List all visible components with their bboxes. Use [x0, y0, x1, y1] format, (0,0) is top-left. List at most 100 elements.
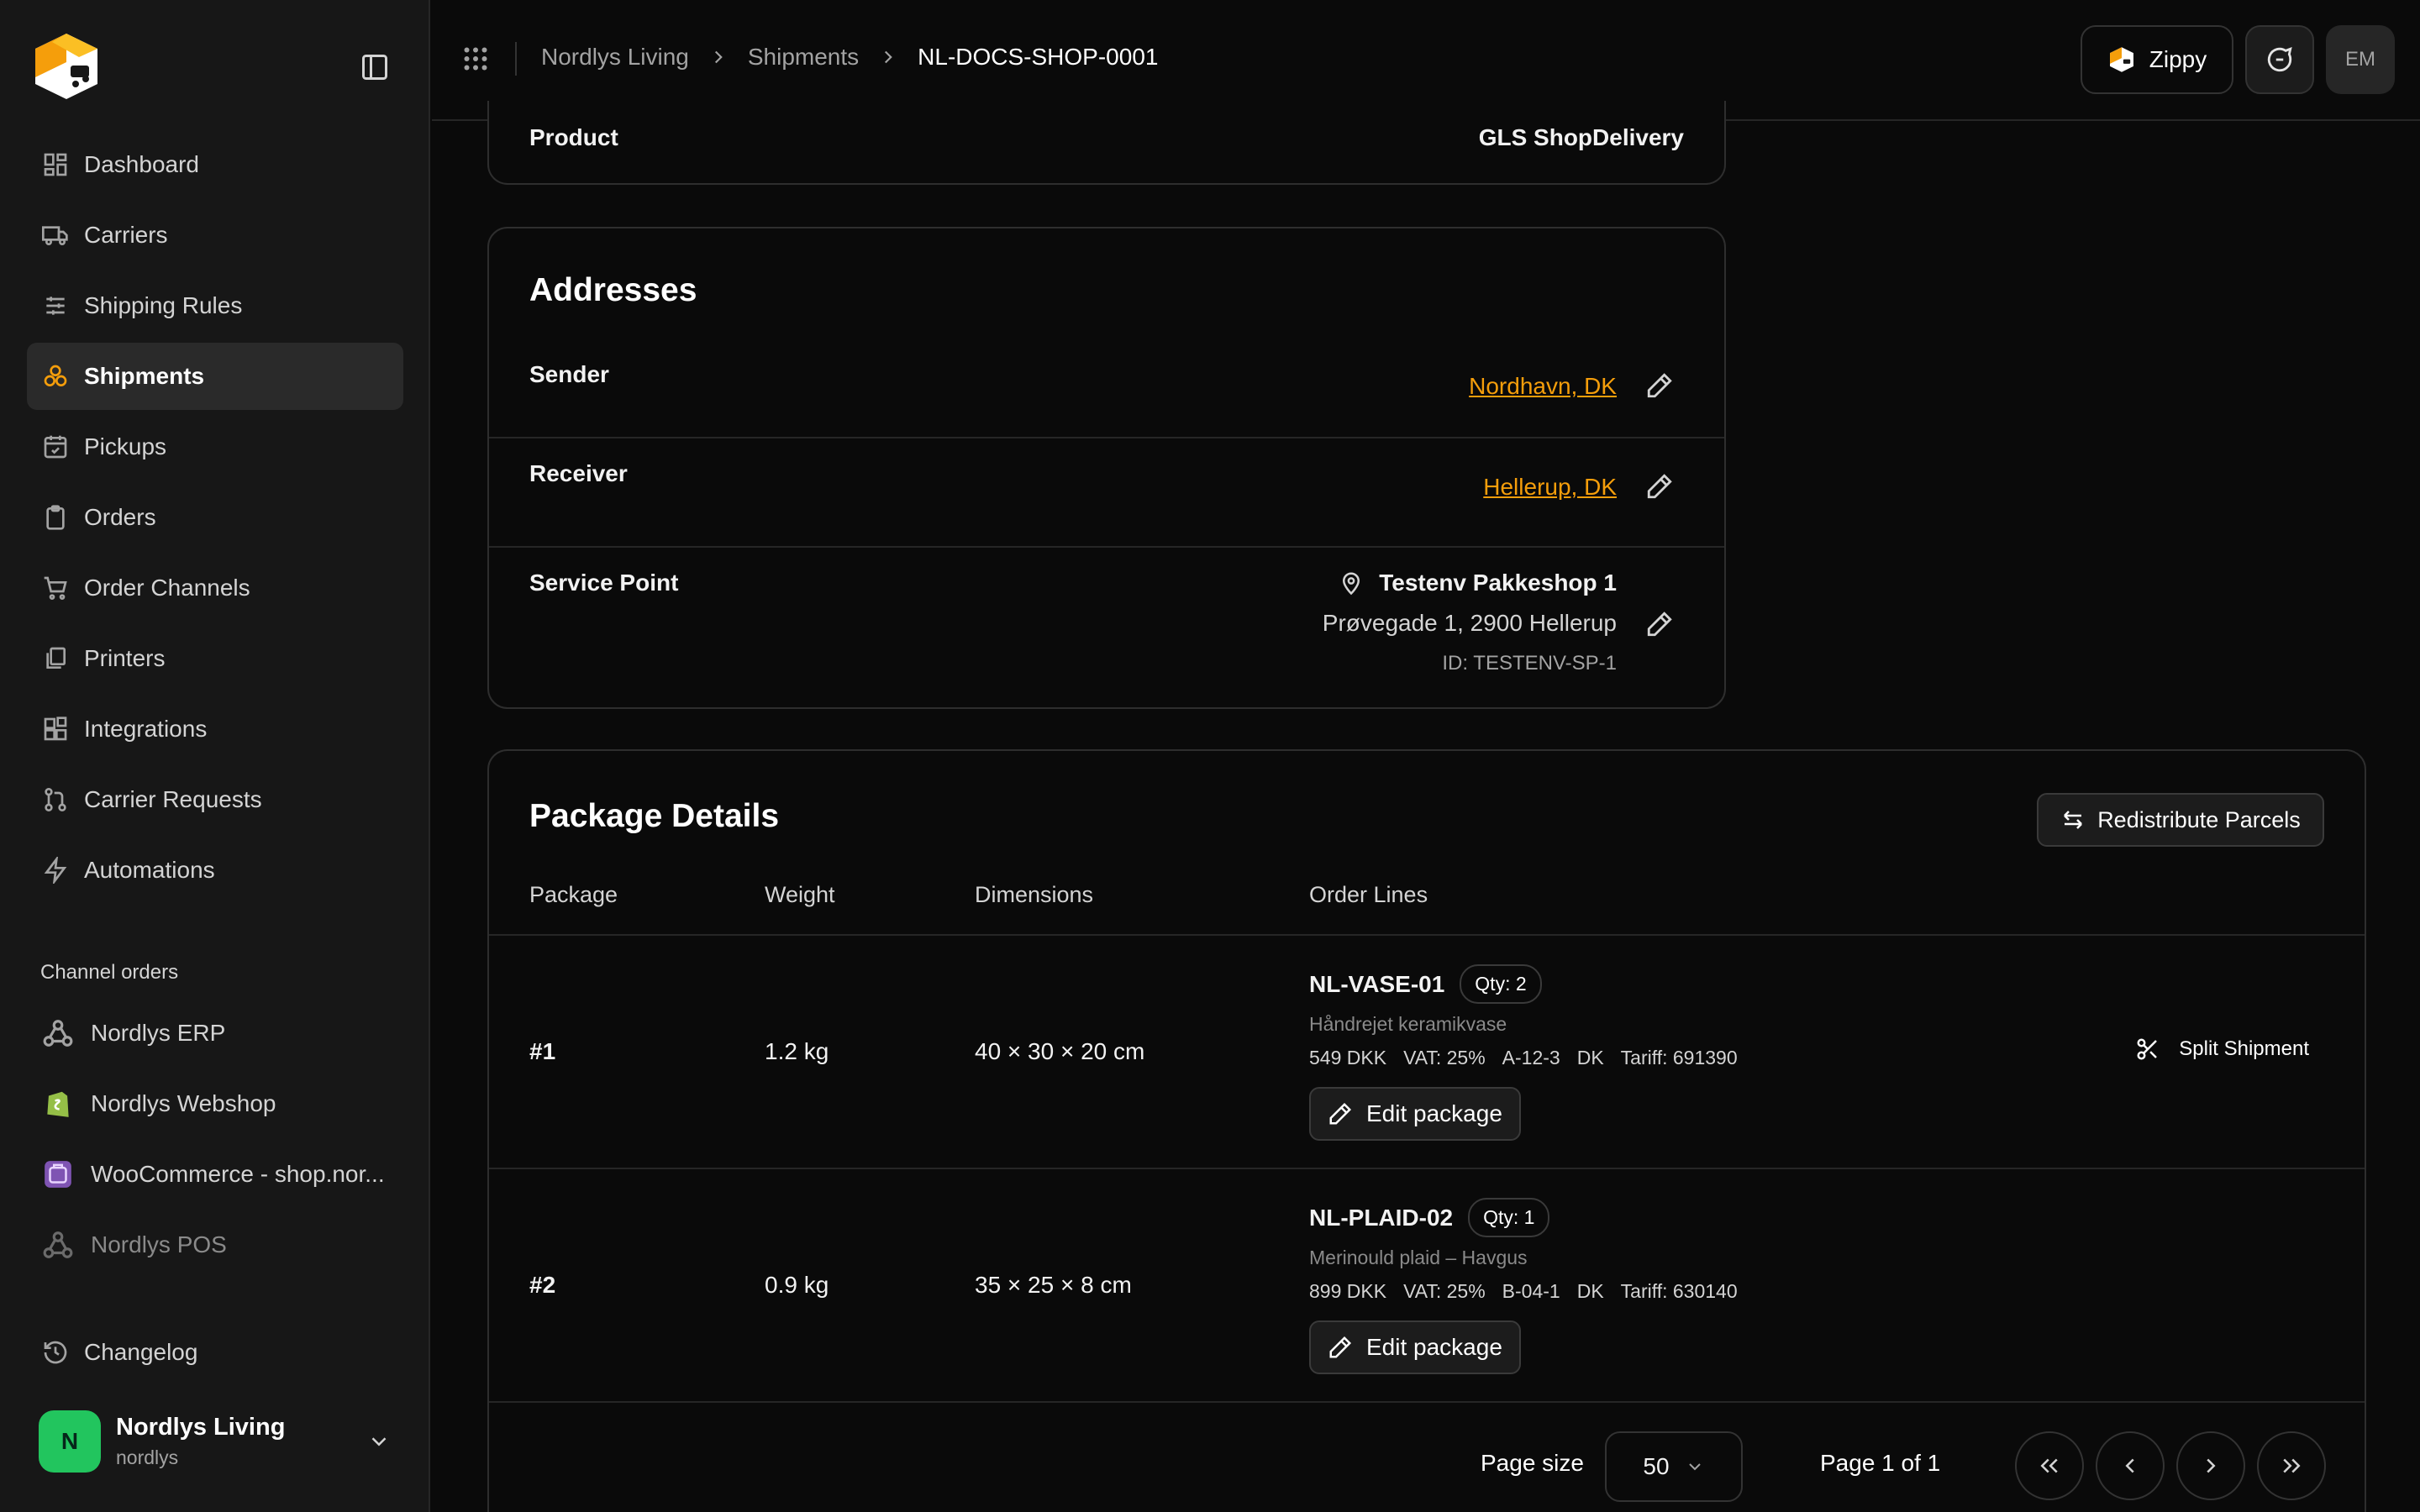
sidebar-item-carrier-requests[interactable]: Carrier Requests: [27, 766, 403, 833]
package-number: #2: [529, 1272, 556, 1298]
changelog-section: Changelog: [27, 1319, 403, 1389]
channel-item-nordlys-webshop[interactable]: Nordlys Webshop: [27, 1070, 403, 1137]
breadcrumb-item-shipments[interactable]: Shipments: [748, 44, 859, 71]
receiver-address-link[interactable]: Hellerup, DK: [1483, 474, 1617, 501]
meta-vat: VAT: 25%: [1403, 1280, 1486, 1302]
chevron-right-icon: [877, 46, 899, 68]
order-line-sku: NL-PLAID-02 Qty: 1: [1309, 1198, 1550, 1237]
page-indicator: Page 1 of 1: [1820, 1450, 1941, 1476]
sidebar-item-label: Shipments: [84, 363, 205, 389]
page-size-select[interactable]: 50: [1605, 1431, 1743, 1502]
feedback-button[interactable]: [2245, 25, 2314, 94]
split-shipment-button[interactable]: Split Shipment: [2135, 1037, 2309, 1062]
channel-label: Nordlys POS: [91, 1231, 227, 1257]
sidebar-toggle-icon[interactable]: [360, 52, 390, 82]
order-line-description: Merinould plaid – Havgus: [1309, 1247, 1528, 1268]
order-line-meta: 899 DKK VAT: 25% B-04-1 DK Tariff: 63014…: [1309, 1280, 1738, 1303]
chevron-left-icon: [2118, 1453, 2143, 1478]
map-pin-icon: [1339, 570, 1364, 596]
main-nav: Dashboard Carriers Shipping Rules Shipme…: [27, 131, 403, 907]
table-row: #1 1.2 kg 40 × 30 × 20 cm NL-VASE-01 Qty…: [489, 934, 2365, 1168]
meta-tariff: Tariff: 630140: [1620, 1280, 1738, 1302]
sidebar-item-shipping-rules[interactable]: Shipping Rules: [27, 272, 403, 339]
first-page-button[interactable]: [2015, 1431, 2084, 1500]
previous-page-button[interactable]: [2096, 1431, 2165, 1500]
meta-price: 899 DKK: [1309, 1280, 1387, 1302]
sidebar-item-integrations[interactable]: Integrations: [27, 696, 403, 763]
sidebar-item-dashboard[interactable]: Dashboard: [27, 131, 403, 198]
meta-country: DK: [1576, 1280, 1604, 1302]
message-circle-icon: [2265, 45, 2294, 74]
split-shipment-label: Split Shipment: [2179, 1037, 2309, 1060]
chevrons-right-icon: [2279, 1453, 2304, 1478]
sidebar-item-label: Carriers: [84, 222, 168, 248]
order-line-sku: NL-VASE-01 Qty: 2: [1309, 964, 1542, 1004]
sidebar-item-pickups[interactable]: Pickups: [27, 413, 403, 480]
git-pull-request-icon: [42, 786, 69, 813]
redistribute-label: Redistribute Parcels: [2097, 806, 2301, 832]
service-point-address: Prøvegade 1, 2900 Hellerup: [1322, 610, 1617, 636]
service-point-name-text: Testenv Pakkeshop 1: [1379, 570, 1617, 596]
order-line-meta: 549 DKK VAT: 25% A-12-3 DK Tariff: 69139…: [1309, 1047, 1738, 1069]
pencil-icon[interactable]: [1645, 371, 1674, 400]
package-dimensions: 35 × 25 × 8 cm: [975, 1272, 1132, 1298]
apps-grid-icon[interactable]: [460, 44, 491, 74]
sidebar-item-carriers[interactable]: Carriers: [27, 202, 403, 269]
qty-badge: Qty: 1: [1468, 1198, 1550, 1237]
meta-location: B-04-1: [1502, 1280, 1560, 1302]
column-header-weight: Weight: [765, 882, 835, 907]
chevrons-left-icon: [2037, 1453, 2062, 1478]
avatar: N: [39, 1410, 101, 1473]
sidebar-item-order-channels[interactable]: Order Channels: [27, 554, 403, 622]
edit-package-label: Edit package: [1366, 1334, 1502, 1360]
sender-row: Sender Nordhavn, DK: [489, 338, 1724, 447]
redistribute-parcels-button[interactable]: Redistribute Parcels: [2037, 793, 2324, 847]
pencil-icon: [1328, 1335, 1353, 1360]
webhook-icon: [42, 1229, 74, 1261]
page-size-label: Page size: [1481, 1450, 1584, 1476]
channel-list: Nordlys ERP Nordlys Webshop WooCommerce …: [27, 1000, 403, 1282]
package-weight: 1.2 kg: [765, 1038, 829, 1064]
sku-text: NL-VASE-01: [1309, 970, 1445, 997]
package-details-card: Package Details Redistribute Parcels Pac…: [487, 749, 2366, 1512]
order-line-description: Håndrejet keramikvase: [1309, 1013, 1507, 1035]
product-value: GLS ShopDelivery: [1478, 124, 1684, 150]
channel-item-nordlys-pos[interactable]: Nordlys POS: [27, 1211, 403, 1278]
edit-package-button[interactable]: Edit package: [1309, 1320, 1521, 1374]
breadcrumb-item-org[interactable]: Nordlys Living: [541, 44, 689, 71]
sidebar-item-shipments[interactable]: Shipments: [27, 343, 403, 410]
service-point-name: Testenv Pakkeshop 1: [1339, 570, 1617, 596]
receiver-row: Receiver Hellerup, DK: [489, 437, 1724, 546]
pencil-icon[interactable]: [1645, 610, 1674, 638]
user-avatar-button[interactable]: EM: [2326, 25, 2395, 94]
sidebar-item-changelog[interactable]: Changelog: [27, 1319, 403, 1386]
channel-label: WooCommerce - shop.nor...: [91, 1161, 385, 1187]
chevron-down-icon: [1685, 1457, 1705, 1477]
package-details-title: Package Details: [529, 798, 780, 834]
channel-item-woocommerce[interactable]: WooCommerce - shop.nor...: [27, 1141, 403, 1208]
shopify-icon: [42, 1088, 74, 1120]
history-icon: [42, 1339, 69, 1366]
sidebar-item-automations[interactable]: Automations: [27, 837, 403, 904]
pencil-icon[interactable]: [1645, 472, 1674, 501]
breadcrumb-item-current: NL-DOCS-SHOP-0001: [918, 44, 1159, 70]
account-info: Nordlys Living nordlys: [116, 1414, 366, 1469]
sidebar-item-label: Integrations: [84, 716, 208, 742]
sidebar-item-orders[interactable]: Orders: [27, 484, 403, 551]
sidebar-item-printers[interactable]: Printers: [27, 625, 403, 692]
page-size-value: 50: [1643, 1453, 1670, 1479]
zippy-assistant-button[interactable]: Zippy: [2081, 25, 2233, 94]
chevron-right-icon: [2198, 1453, 2223, 1478]
sender-label: Sender: [529, 361, 609, 387]
app-logo-icon[interactable]: [29, 29, 104, 104]
service-point-id: ID: TESTENV-SP-1: [1442, 652, 1617, 675]
divider: [515, 42, 517, 76]
next-page-button[interactable]: [2176, 1431, 2245, 1500]
edit-package-button[interactable]: Edit package: [1309, 1087, 1521, 1141]
sidebar-item-label: Changelog: [84, 1339, 198, 1365]
boxes-icon: [42, 363, 69, 390]
channel-item-nordlys-erp[interactable]: Nordlys ERP: [27, 1000, 403, 1067]
last-page-button[interactable]: [2257, 1431, 2326, 1500]
account-switcher[interactable]: N Nordlys Living nordlys: [39, 1410, 392, 1473]
sender-address-link[interactable]: Nordhavn, DK: [1469, 373, 1617, 400]
